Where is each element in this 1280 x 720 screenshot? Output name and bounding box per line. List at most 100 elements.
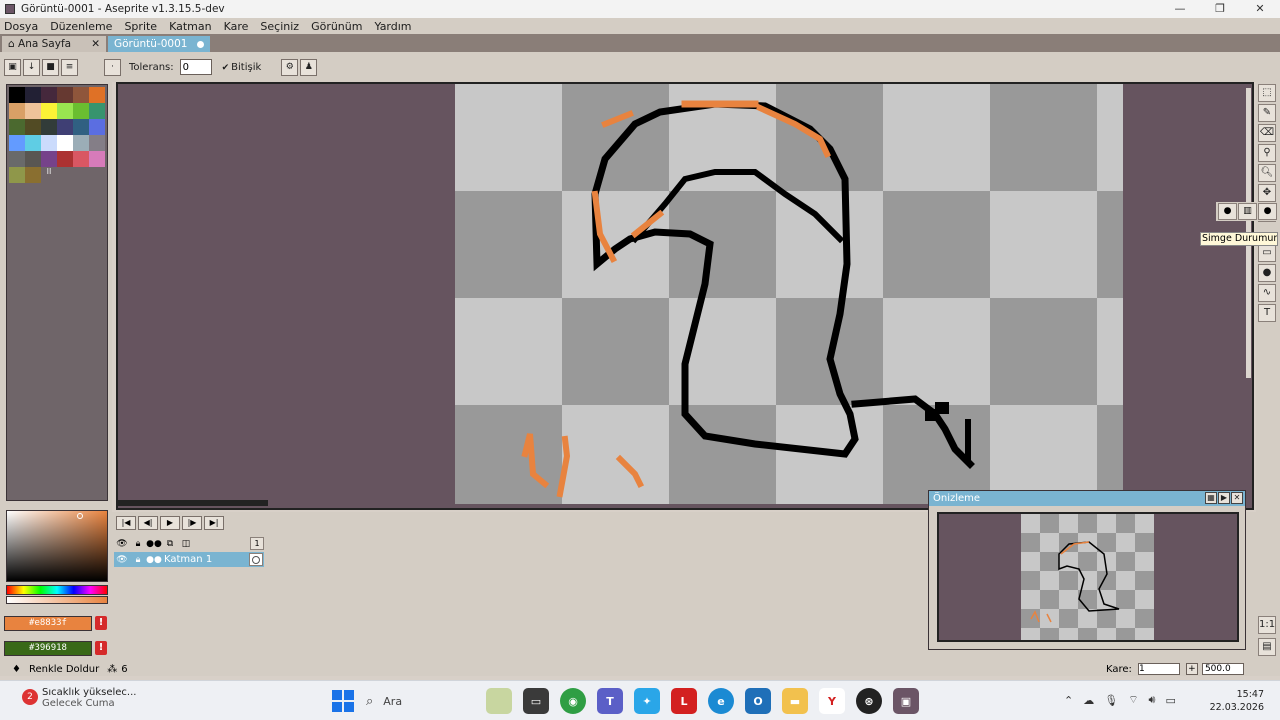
palette-swatch[interactable] — [41, 103, 57, 119]
palette-swatch[interactable] — [57, 119, 73, 135]
next-frame-icon[interactable]: |▶ — [182, 516, 202, 530]
palette-swatch[interactable] — [89, 119, 105, 135]
frame-number[interactable]: 1 — [250, 537, 264, 550]
l-app-icon[interactable]: L — [671, 688, 697, 714]
move-icon[interactable]: ✥ — [1258, 184, 1276, 202]
windows-start-icon[interactable] — [332, 690, 354, 712]
palette-swatch[interactable] — [41, 151, 57, 167]
palette-swatch[interactable] — [25, 151, 41, 167]
teams-icon[interactable]: T — [597, 688, 623, 714]
prev-frame-icon[interactable]: ◀| — [138, 516, 158, 530]
palette-swatch[interactable] — [73, 151, 89, 167]
battery-icon[interactable]: ▭ — [1165, 694, 1175, 707]
fg-warning-icon[interactable]: ! — [95, 616, 107, 630]
pixel-perfect-icon[interactable]: ♟ — [300, 58, 318, 76]
actual-size-icon[interactable]: 1:1 — [1258, 616, 1276, 634]
palette-swatch[interactable] — [9, 119, 25, 135]
speaker-icon[interactable]: 🔊︎ — [1149, 693, 1156, 707]
rectangle-icon[interactable]: ▭ — [1258, 244, 1276, 262]
stop-icon[interactable]: ■ — [42, 58, 59, 76]
close-tab-icon[interactable]: ✕ — [91, 38, 100, 50]
tab-home[interactable]: ⌂ Ana Sayfa ✕ — [2, 36, 106, 52]
last-frame-icon[interactable]: ▶| — [204, 516, 224, 530]
palette-swatch[interactable] — [41, 87, 57, 103]
center-icon[interactable]: ▦ — [1205, 492, 1217, 504]
aseprite-taskbar-icon[interactable]: ▣ — [893, 688, 919, 714]
palette-swatch[interactable] — [25, 87, 41, 103]
fill-drop-icon[interactable]: ● — [1258, 203, 1277, 220]
visibility-icon[interactable]: 👁︎ — [114, 555, 130, 565]
palette-swatch[interactable] — [73, 119, 89, 135]
palette-swatch[interactable] — [9, 103, 25, 119]
menu-yardim[interactable]: Yardım — [374, 20, 411, 33]
copilot-icon[interactable]: ✦ — [634, 688, 660, 714]
palette-swatch[interactable] — [89, 151, 105, 167]
lock-icon[interactable]: 🔒︎ — [130, 539, 146, 549]
preview-titlebar[interactable]: Önizleme ▦ ▶ ✕ — [929, 491, 1245, 506]
microphone-icon[interactable]: 🎙︎ — [1104, 694, 1118, 707]
palette-swatch[interactable] — [73, 103, 89, 119]
taskbar-search[interactable]: ⌕ Ara — [366, 687, 486, 715]
palette-swatch[interactable] — [57, 87, 73, 103]
palette-swatch[interactable] — [89, 87, 105, 103]
brush-preview-icon[interactable]: · — [104, 58, 121, 76]
gradient-icon[interactable]: ▥ — [1238, 203, 1257, 220]
chevron-up-icon[interactable]: ⌃ — [1064, 694, 1073, 707]
picker-cursor[interactable] — [77, 513, 83, 519]
play-mode-icon[interactable]: ▶ — [1218, 492, 1230, 504]
continuous-icon[interactable]: ●● — [146, 539, 162, 549]
color-picker-square[interactable] — [6, 510, 108, 582]
steam-icon[interactable]: ⊛ — [856, 688, 882, 714]
edge-icon[interactable]: e — [708, 688, 734, 714]
cel-cell[interactable] — [249, 553, 263, 566]
tolerance-input[interactable] — [179, 59, 212, 75]
palette-swatch[interactable] — [25, 119, 41, 135]
palette-swatch[interactable] — [41, 135, 57, 151]
rectangular-marquee-icon[interactable]: ⬚ — [1258, 84, 1276, 102]
background-color-button[interactable]: #396918 — [4, 641, 92, 656]
menu-gorunum[interactable]: Görünüm — [311, 20, 362, 33]
close-icon[interactable]: ✕ — [1240, 0, 1280, 18]
eyedropper-icon[interactable]: ⚲ — [1258, 144, 1276, 162]
palette-swatch[interactable] — [25, 135, 41, 151]
restore-icon[interactable]: ❐ — [1200, 0, 1240, 18]
close-icon[interactable]: ✕ — [1231, 492, 1243, 504]
cloud-icon[interactable]: ☁ — [1083, 694, 1094, 707]
unsaved-dot-icon[interactable] — [197, 40, 204, 48]
palette-swatch[interactable] — [9, 87, 25, 103]
weather-widget[interactable]: 2 Sıcaklık yükselec... Gelecek Cuma — [22, 687, 136, 709]
wifi-icon[interactable]: ⌔ — [1128, 693, 1138, 707]
minimize-icon[interactable]: — — [1160, 0, 1200, 18]
play-icon[interactable]: ▶ — [160, 516, 180, 530]
palette-swatch[interactable] — [57, 135, 73, 151]
palette-swatch[interactable] — [57, 151, 73, 167]
arrow-down-icon[interactable]: ↓ — [23, 58, 40, 76]
menu-sprite[interactable]: Sprite — [124, 20, 157, 33]
blur-icon[interactable]: ∿ — [1258, 284, 1276, 302]
zoom-field[interactable]: 500.0 — [1201, 663, 1244, 675]
zoom-icon[interactable]: 🔍︎ — [1258, 164, 1276, 182]
layer-row[interactable]: 👁︎ 🔒︎ ●● Katman 1 — [114, 552, 264, 567]
lock-icon[interactable]: 🔒︎ — [130, 555, 146, 565]
menu-kare[interactable]: Kare — [224, 20, 249, 33]
menu-duzenleme[interactable]: Düzenleme — [50, 20, 112, 33]
tab-sprite[interactable]: Görüntü-0001 — [108, 36, 210, 52]
palette-swatch[interactable] — [57, 103, 73, 119]
task-view-icon[interactable]: ▭ — [523, 688, 549, 714]
menu-dosya[interactable]: Dosya — [4, 20, 38, 33]
outlook-icon[interactable]: O — [745, 688, 771, 714]
layer-group-icon[interactable]: ⧉ — [162, 539, 178, 549]
text-icon[interactable]: T — [1258, 304, 1276, 322]
visibility-icon[interactable]: 👁︎ — [114, 539, 130, 549]
menu-seciniz[interactable]: Seçiniz — [260, 20, 299, 33]
palette-swatch[interactable] — [41, 119, 57, 135]
palette-swatch[interactable] — [89, 135, 105, 151]
horizontal-scrollbar[interactable] — [118, 500, 268, 506]
first-frame-icon[interactable]: |◀ — [116, 516, 136, 530]
preview-canvas[interactable] — [937, 512, 1239, 642]
palette-swatch[interactable] — [25, 167, 41, 183]
alpha-slider[interactable] — [6, 596, 108, 604]
palette-swatch[interactable] — [25, 103, 41, 119]
timeline-toggle-icon[interactable]: ▤ — [1258, 638, 1276, 656]
bg-warning-icon[interactable]: ! — [95, 641, 107, 655]
